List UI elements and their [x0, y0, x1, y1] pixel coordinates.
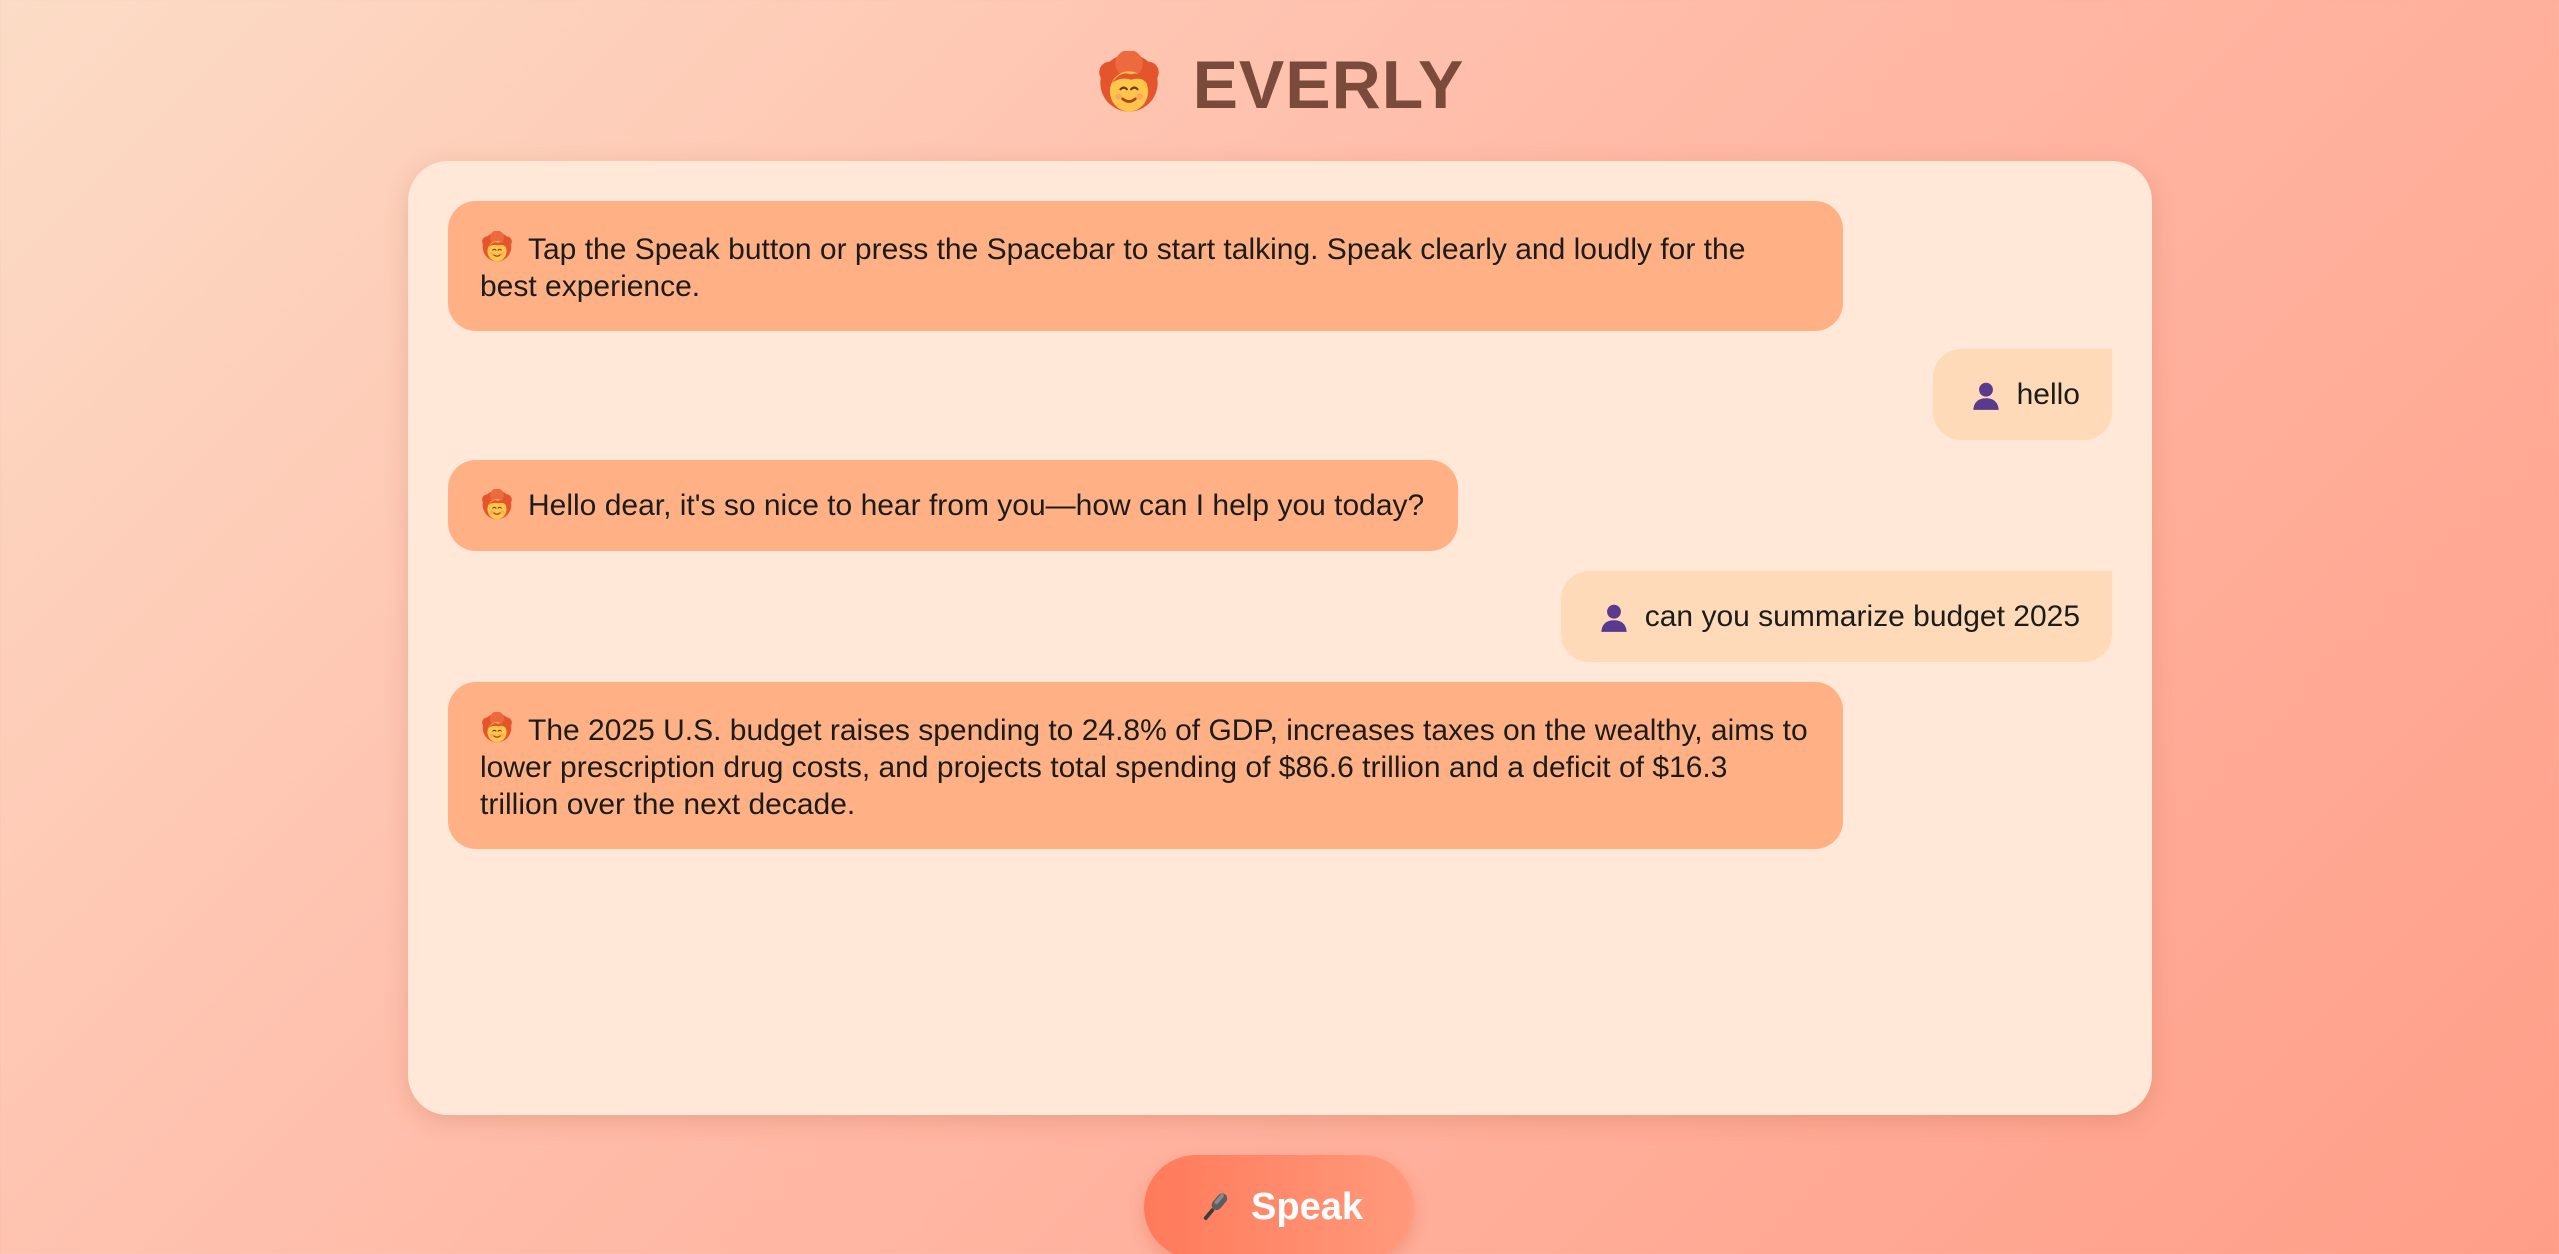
message-text: Hello dear, it's so nice to hear from yo… — [528, 489, 1425, 522]
microphone-icon — [1195, 1187, 1235, 1227]
app-header: EVERLY — [0, 40, 2559, 130]
woman-face-icon — [480, 489, 514, 523]
assistant-message: The 2025 U.S. budget raises spending to … — [448, 682, 1843, 849]
assistant-message: Hello dear, it's so nice to hear from yo… — [448, 460, 1459, 551]
message-text: can you summarize budget 2025 — [1644, 600, 2080, 633]
message-text: Tap the Speak button or press the Spaceb… — [480, 233, 1746, 303]
user-message: hello — [1932, 349, 2112, 440]
assistant-message: Tap the Speak button or press the Spaceb… — [448, 201, 1843, 331]
speak-button[interactable]: Speak — [1144, 1155, 1414, 1254]
user-silhouette-icon — [1969, 378, 2003, 412]
speak-button-label: Speak — [1251, 1185, 1363, 1228]
chat-panel[interactable]: Tap the Speak button or press the Spaceb… — [408, 161, 2152, 1115]
message-text: The 2025 U.S. budget raises spending to … — [480, 714, 1808, 821]
woman-face-icon — [480, 712, 514, 746]
app-title: EVERLY — [1192, 47, 1465, 123]
woman-face-icon — [1095, 51, 1163, 119]
user-silhouette-icon — [1597, 600, 1631, 634]
user-message: can you summarize budget 2025 — [1560, 571, 2112, 662]
woman-face-icon — [480, 231, 514, 265]
message-text: hello — [2016, 378, 2080, 411]
